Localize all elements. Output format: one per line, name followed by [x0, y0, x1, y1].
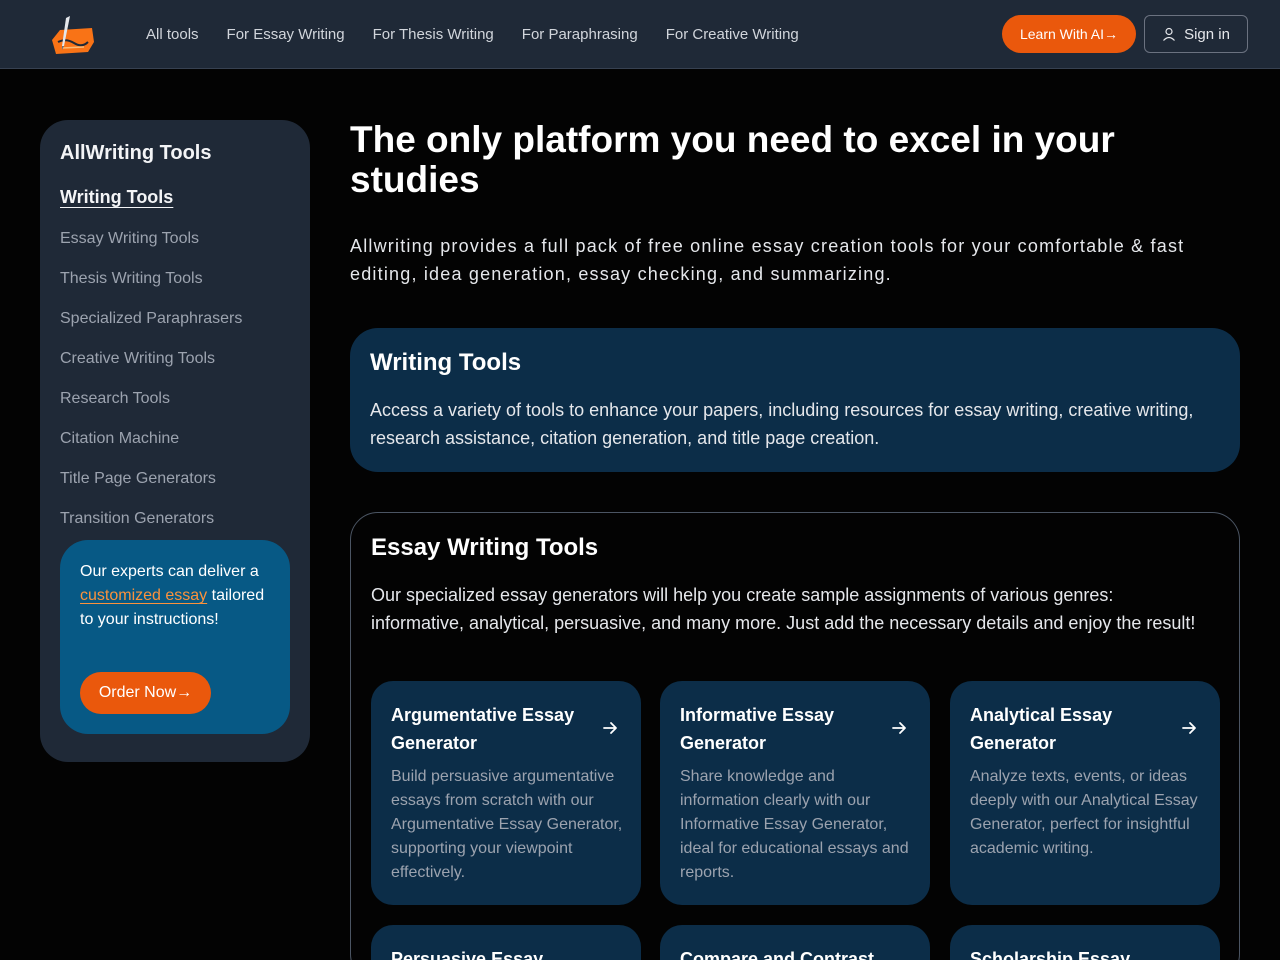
arrow-right-icon: → [1104, 26, 1119, 42]
tool-card-title: Analytical Essay Generator [970, 705, 1113, 753]
promo-box: Our experts can deliver a customized ess… [60, 540, 290, 734]
persuasive-essay-card[interactable]: Persuasive Essay [371, 925, 641, 960]
tool-card-description: Analyze texts, events, or ideas deeply w… [970, 768, 1198, 857]
arrow-right-icon [1182, 722, 1196, 734]
essay-writing-tools-heading: Essay Writing Tools [371, 534, 599, 561]
nav-paraphrasing[interactable]: For Paraphrasing [522, 26, 638, 43]
tool-card-title: Scholarship Essay [970, 949, 1131, 960]
informative-essay-card[interactable]: Informative Essay Generator Share knowle… [660, 681, 930, 905]
main-nav: All tools For Essay Writing For Thesis W… [146, 0, 827, 68]
sidebar-item-citation-machine[interactable]: Citation Machine [60, 430, 179, 448]
argumentative-essay-card[interactable]: Argumentative Essay Generator Build pers… [371, 681, 641, 905]
sidebar-item-specialized-paraphrasers[interactable]: Specialized Paraphrasers [60, 310, 242, 328]
sign-in-button[interactable]: Sign in [1144, 15, 1248, 53]
essay-writing-tools-description: Our specialized essay generators will he… [371, 585, 1196, 633]
nav-thesis-writing[interactable]: For Thesis Writing [373, 26, 494, 43]
writing-tools-description: Access a variety of tools to enhance you… [370, 400, 1194, 448]
promo-text: Our experts can deliver a customized ess… [80, 560, 276, 632]
compare-contrast-essay-card[interactable]: Compare and Contrast [660, 925, 930, 960]
nav-creative-writing[interactable]: For Creative Writing [666, 26, 799, 43]
sidebar-item-writing-tools[interactable]: Writing Tools [60, 187, 173, 208]
tool-card-title: Argumentative Essay Generator [391, 705, 575, 753]
user-icon [1163, 27, 1176, 41]
tool-card-title: Persuasive Essay [391, 949, 544, 960]
writing-tools-heading: Writing Tools [370, 349, 522, 376]
scholarship-essay-card[interactable]: Scholarship Essay [950, 925, 1220, 960]
essay-writing-tools-section: Essay Writing Tools Our specialized essa… [350, 512, 1240, 960]
writing-tools-card: Writing Tools Access a variety of tools … [350, 328, 1240, 472]
sign-in-label: Sign in [1184, 25, 1230, 43]
tool-card-title: Compare and Contrast [680, 949, 875, 960]
order-now-label: Order Now [98, 684, 177, 701]
order-now-button[interactable]: Order Now → [80, 672, 211, 714]
sidebar-title: AllWriting Tools [60, 142, 212, 164]
arrow-right-icon [603, 722, 617, 734]
analytical-essay-card[interactable]: Analytical Essay Generator Analyze texts… [950, 681, 1220, 905]
pen-paper-logo-icon[interactable] [48, 12, 98, 56]
learn-with-ai-button[interactable]: Learn With AI → [1002, 15, 1136, 53]
sidebar-item-research-tools[interactable]: Research Tools [60, 390, 170, 408]
nav-essay-writing[interactable]: For Essay Writing [227, 26, 345, 43]
tool-card-title: Informative Essay Generator [680, 705, 835, 753]
top-navbar: All tools For Essay Writing For Thesis W… [0, 0, 1280, 69]
nav-all-tools[interactable]: All tools [146, 26, 199, 43]
arrow-right-icon [892, 722, 906, 734]
page-subtitle: Allwriting provides a full pack of free … [350, 236, 1185, 284]
arrow-right-icon: → [176, 684, 193, 701]
sidebar-item-thesis-writing-tools[interactable]: Thesis Writing Tools [60, 270, 203, 288]
sidebar-item-title-page-generators[interactable]: Title Page Generators [60, 470, 216, 488]
sidebar-item-transition-generators[interactable]: Transition Generators [60, 510, 214, 528]
sidebar-item-creative-writing-tools[interactable]: Creative Writing Tools [60, 350, 215, 368]
customized-essay-link[interactable]: customized essay [80, 587, 207, 604]
page-title: The only platform you need to excel in y… [350, 119, 1115, 200]
sidebar: AllWriting Tools Writing Tools Essay Wri… [40, 120, 310, 762]
tool-card-description: Build persuasive argumentative essays fr… [391, 768, 623, 881]
tool-card-description: Share knowledge and information clearly … [680, 768, 909, 881]
promo-text-before: Our experts can deliver a [80, 563, 259, 580]
learn-with-ai-label: Learn With AI [1019, 26, 1105, 42]
sidebar-item-essay-writing-tools[interactable]: Essay Writing Tools [60, 230, 199, 248]
